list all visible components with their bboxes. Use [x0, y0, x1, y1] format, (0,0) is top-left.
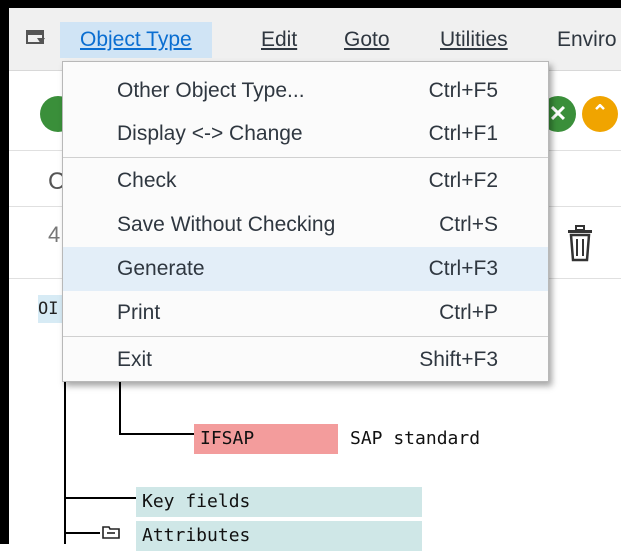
menu-separator [63, 157, 548, 158]
menu-item-label: Exit [117, 348, 153, 371]
menu-edit[interactable]: Edit [261, 22, 297, 58]
menu-item-check[interactable]: Check Ctrl+F2 [63, 159, 548, 203]
menu-item-shortcut: Ctrl+S [439, 213, 498, 236]
tree-line [119, 433, 194, 435]
menu-item-shortcut: Shift+F3 [419, 348, 498, 371]
menu-item-print[interactable]: Print Ctrl+P [63, 291, 548, 335]
menu-item-other-object-type[interactable]: Other Object Type... Ctrl+F5 [63, 69, 548, 113]
menu-goto[interactable]: Goto [344, 22, 390, 58]
menu-item-shortcut: Ctrl+F2 [428, 169, 498, 192]
menu-item-generate[interactable]: Generate Ctrl+F3 [63, 247, 548, 291]
menu-object-type[interactable]: Object Type [60, 22, 212, 58]
tree-node-attributes[interactable]: Attributes [136, 521, 422, 551]
toolbar-partial: 4 [48, 222, 61, 247]
up-icon[interactable]: ⌃ [582, 96, 618, 132]
delete-icon[interactable] [565, 224, 595, 264]
menu-environment[interactable]: Enviro [557, 22, 617, 58]
menu-item-label: Print [117, 301, 161, 324]
menu-utilities[interactable]: Utilities [440, 22, 508, 58]
menu-separator [63, 336, 548, 337]
tree-node-ifsap[interactable]: IFSAP [194, 424, 338, 454]
menu-item-shortcut: Ctrl+P [439, 301, 498, 324]
object-type-dropdown: Other Object Type... Ctrl+F5 Display <->… [62, 61, 549, 382]
tree-line [119, 382, 121, 434]
tree-node-ifsap-desc: SAP standard [350, 428, 481, 449]
tree-line [64, 497, 136, 499]
menu-item-shortcut: Ctrl+F1 [428, 122, 498, 145]
menu-item-label: Other Object Type... [117, 79, 305, 102]
menu-item-label: Generate [117, 257, 205, 280]
menu-item-label: Display <-> Change [117, 122, 303, 145]
system-menu-icon[interactable] [26, 30, 46, 46]
folder-icon[interactable] [102, 525, 120, 539]
menu-item-save-without-checking[interactable]: Save Without Checking Ctrl+S [63, 203, 548, 247]
menu-item-exit[interactable]: Exit Shift+F3 [63, 338, 548, 382]
menu-item-label: Check [117, 169, 177, 192]
tree-line [64, 382, 66, 544]
tree-root-node[interactable]: OI [38, 295, 64, 323]
menu-item-shortcut: Ctrl+F3 [428, 257, 498, 280]
menu-item-display-change[interactable]: Display <-> Change Ctrl+F1 [63, 112, 548, 156]
menu-item-label: Save Without Checking [117, 213, 336, 236]
menu-item-shortcut: Ctrl+F5 [428, 79, 498, 102]
tree-line [64, 532, 100, 534]
tree-node-key-fields[interactable]: Key fields [136, 487, 422, 517]
